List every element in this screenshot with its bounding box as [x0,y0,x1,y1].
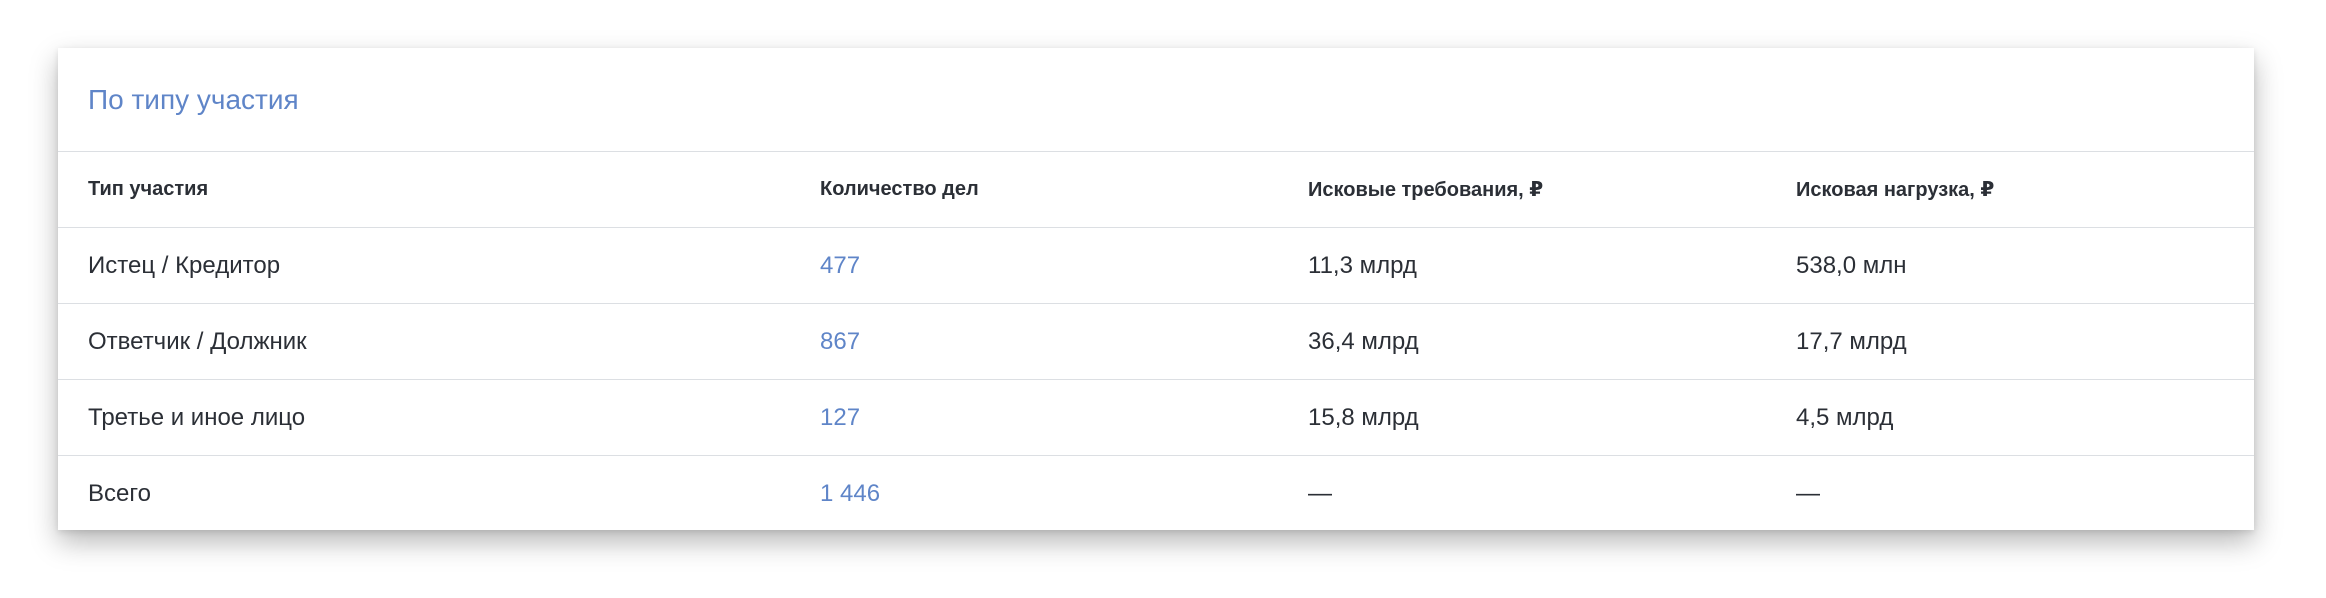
participation-type: Ответчик / Должник [88,327,307,355]
table-row-total: Всего 1 446 — — [58,456,2254,530]
claims-load: 17,7 млрд [1796,327,1907,355]
claims-amount: 11,3 млрд [1308,251,1417,279]
participation-type-card: По типу участия Тип участия Количество д… [58,48,2254,530]
case-count-link[interactable]: 1 446 [820,456,880,530]
card-title: По типу участия [88,83,299,115]
column-header-type: Тип участия [88,178,209,200]
table-header-row: Тип участия Количество дел Исковые требо… [58,152,2254,228]
claims-load: 538,0 млн [1796,251,1907,279]
claims-load: 4,5 млрд [1796,403,1894,431]
claims-amount: 36,4 млрд [1308,327,1419,355]
claims-amount: 15,8 млрд [1308,403,1419,431]
claims-amount: — [1308,480,1332,507]
column-header-claims: Исковые требования, ₽ [1308,179,1544,201]
case-count-link[interactable]: 867 [820,304,860,379]
participation-type: Третье и иное лицо [88,403,306,431]
column-header-count: Количество дел [820,178,979,200]
participation-type: Всего [88,480,151,507]
card-header: По типу участия [58,48,2254,152]
column-header-load: Исковая нагрузка, ₽ [1796,179,1995,201]
case-count-link[interactable]: 127 [820,380,860,455]
participation-table: Тип участия Количество дел Исковые требо… [58,152,2254,530]
case-count-link[interactable]: 477 [820,228,860,303]
table-row: Ответчик / Должник 867 36,4 млрд 17,7 мл… [58,304,2254,380]
table-row: Истец / Кредитор 477 11,3 млрд 538,0 млн [58,228,2254,304]
claims-load: — [1796,480,1820,507]
participation-type: Истец / Кредитор [88,251,281,279]
table-row: Третье и иное лицо 127 15,8 млрд 4,5 млр… [58,380,2254,456]
